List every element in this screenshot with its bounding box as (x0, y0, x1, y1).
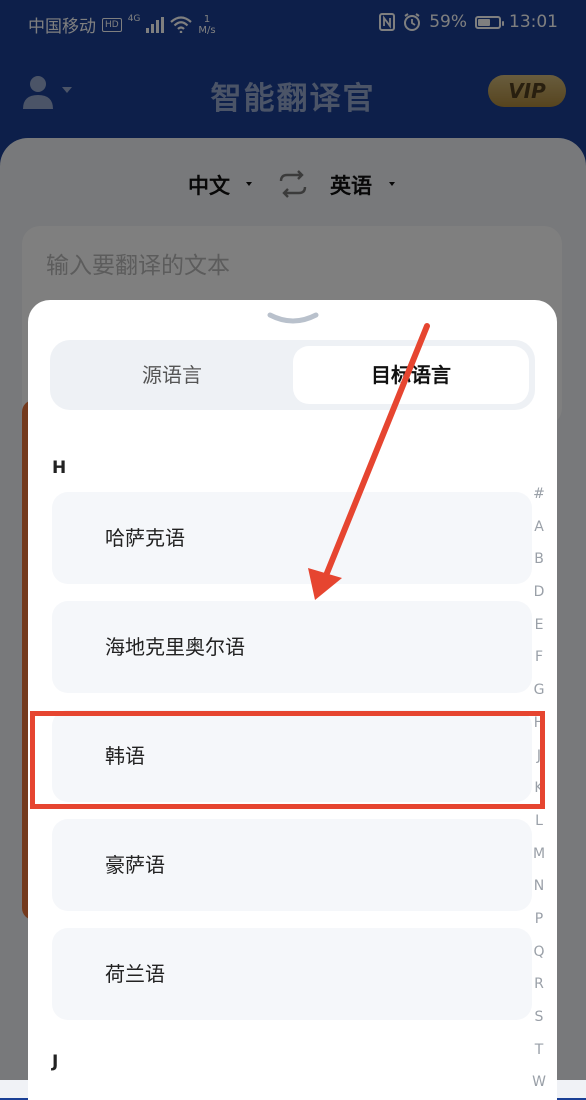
index-letter[interactable]: P (535, 903, 543, 936)
language-item-label: 海地克里奥尔语 (105, 635, 245, 659)
language-item[interactable]: 豪萨语 (52, 819, 532, 911)
index-letter[interactable]: D (534, 576, 545, 609)
collapse-handle-icon[interactable] (266, 312, 320, 326)
language-picker-sheet: 源语言 目标语言 H 哈萨克语 海地克里奥尔语 韩语 豪萨语 荷兰语 J # A B… (28, 300, 557, 1100)
section-header-j: J (52, 1052, 59, 1072)
index-letter[interactable]: L (535, 805, 543, 838)
language-item-label: 哈萨克语 (105, 526, 185, 550)
index-letter[interactable]: A (534, 511, 544, 544)
language-item[interactable]: 荷兰语 (52, 928, 532, 1020)
index-letter[interactable]: W (532, 1066, 546, 1099)
index-letter[interactable]: G (534, 674, 545, 707)
tab-source-language[interactable]: 源语言 (50, 340, 294, 410)
highlight-annotation (30, 711, 545, 809)
language-item-label: 荷兰语 (105, 962, 165, 986)
tab-target-language[interactable]: 目标语言 (293, 346, 529, 404)
index-letter[interactable]: E (535, 609, 544, 642)
index-letter[interactable]: N (534, 870, 544, 903)
language-item[interactable]: 海地克里奥尔语 (52, 601, 532, 693)
index-letter[interactable]: # (533, 478, 545, 511)
index-letter[interactable]: B (534, 543, 544, 576)
language-tabs: 源语言 目标语言 (50, 340, 535, 410)
language-item[interactable]: 哈萨克语 (52, 492, 532, 584)
index-letter[interactable]: T (535, 1034, 544, 1067)
index-letter[interactable]: S (535, 1001, 544, 1034)
index-letter[interactable]: R (534, 968, 544, 1001)
index-letter[interactable]: F (535, 641, 543, 674)
language-item-label: 豪萨语 (105, 853, 165, 877)
index-letter[interactable]: M (533, 838, 545, 871)
index-letter[interactable]: Q (533, 936, 544, 969)
section-header-h: H (52, 458, 67, 478)
